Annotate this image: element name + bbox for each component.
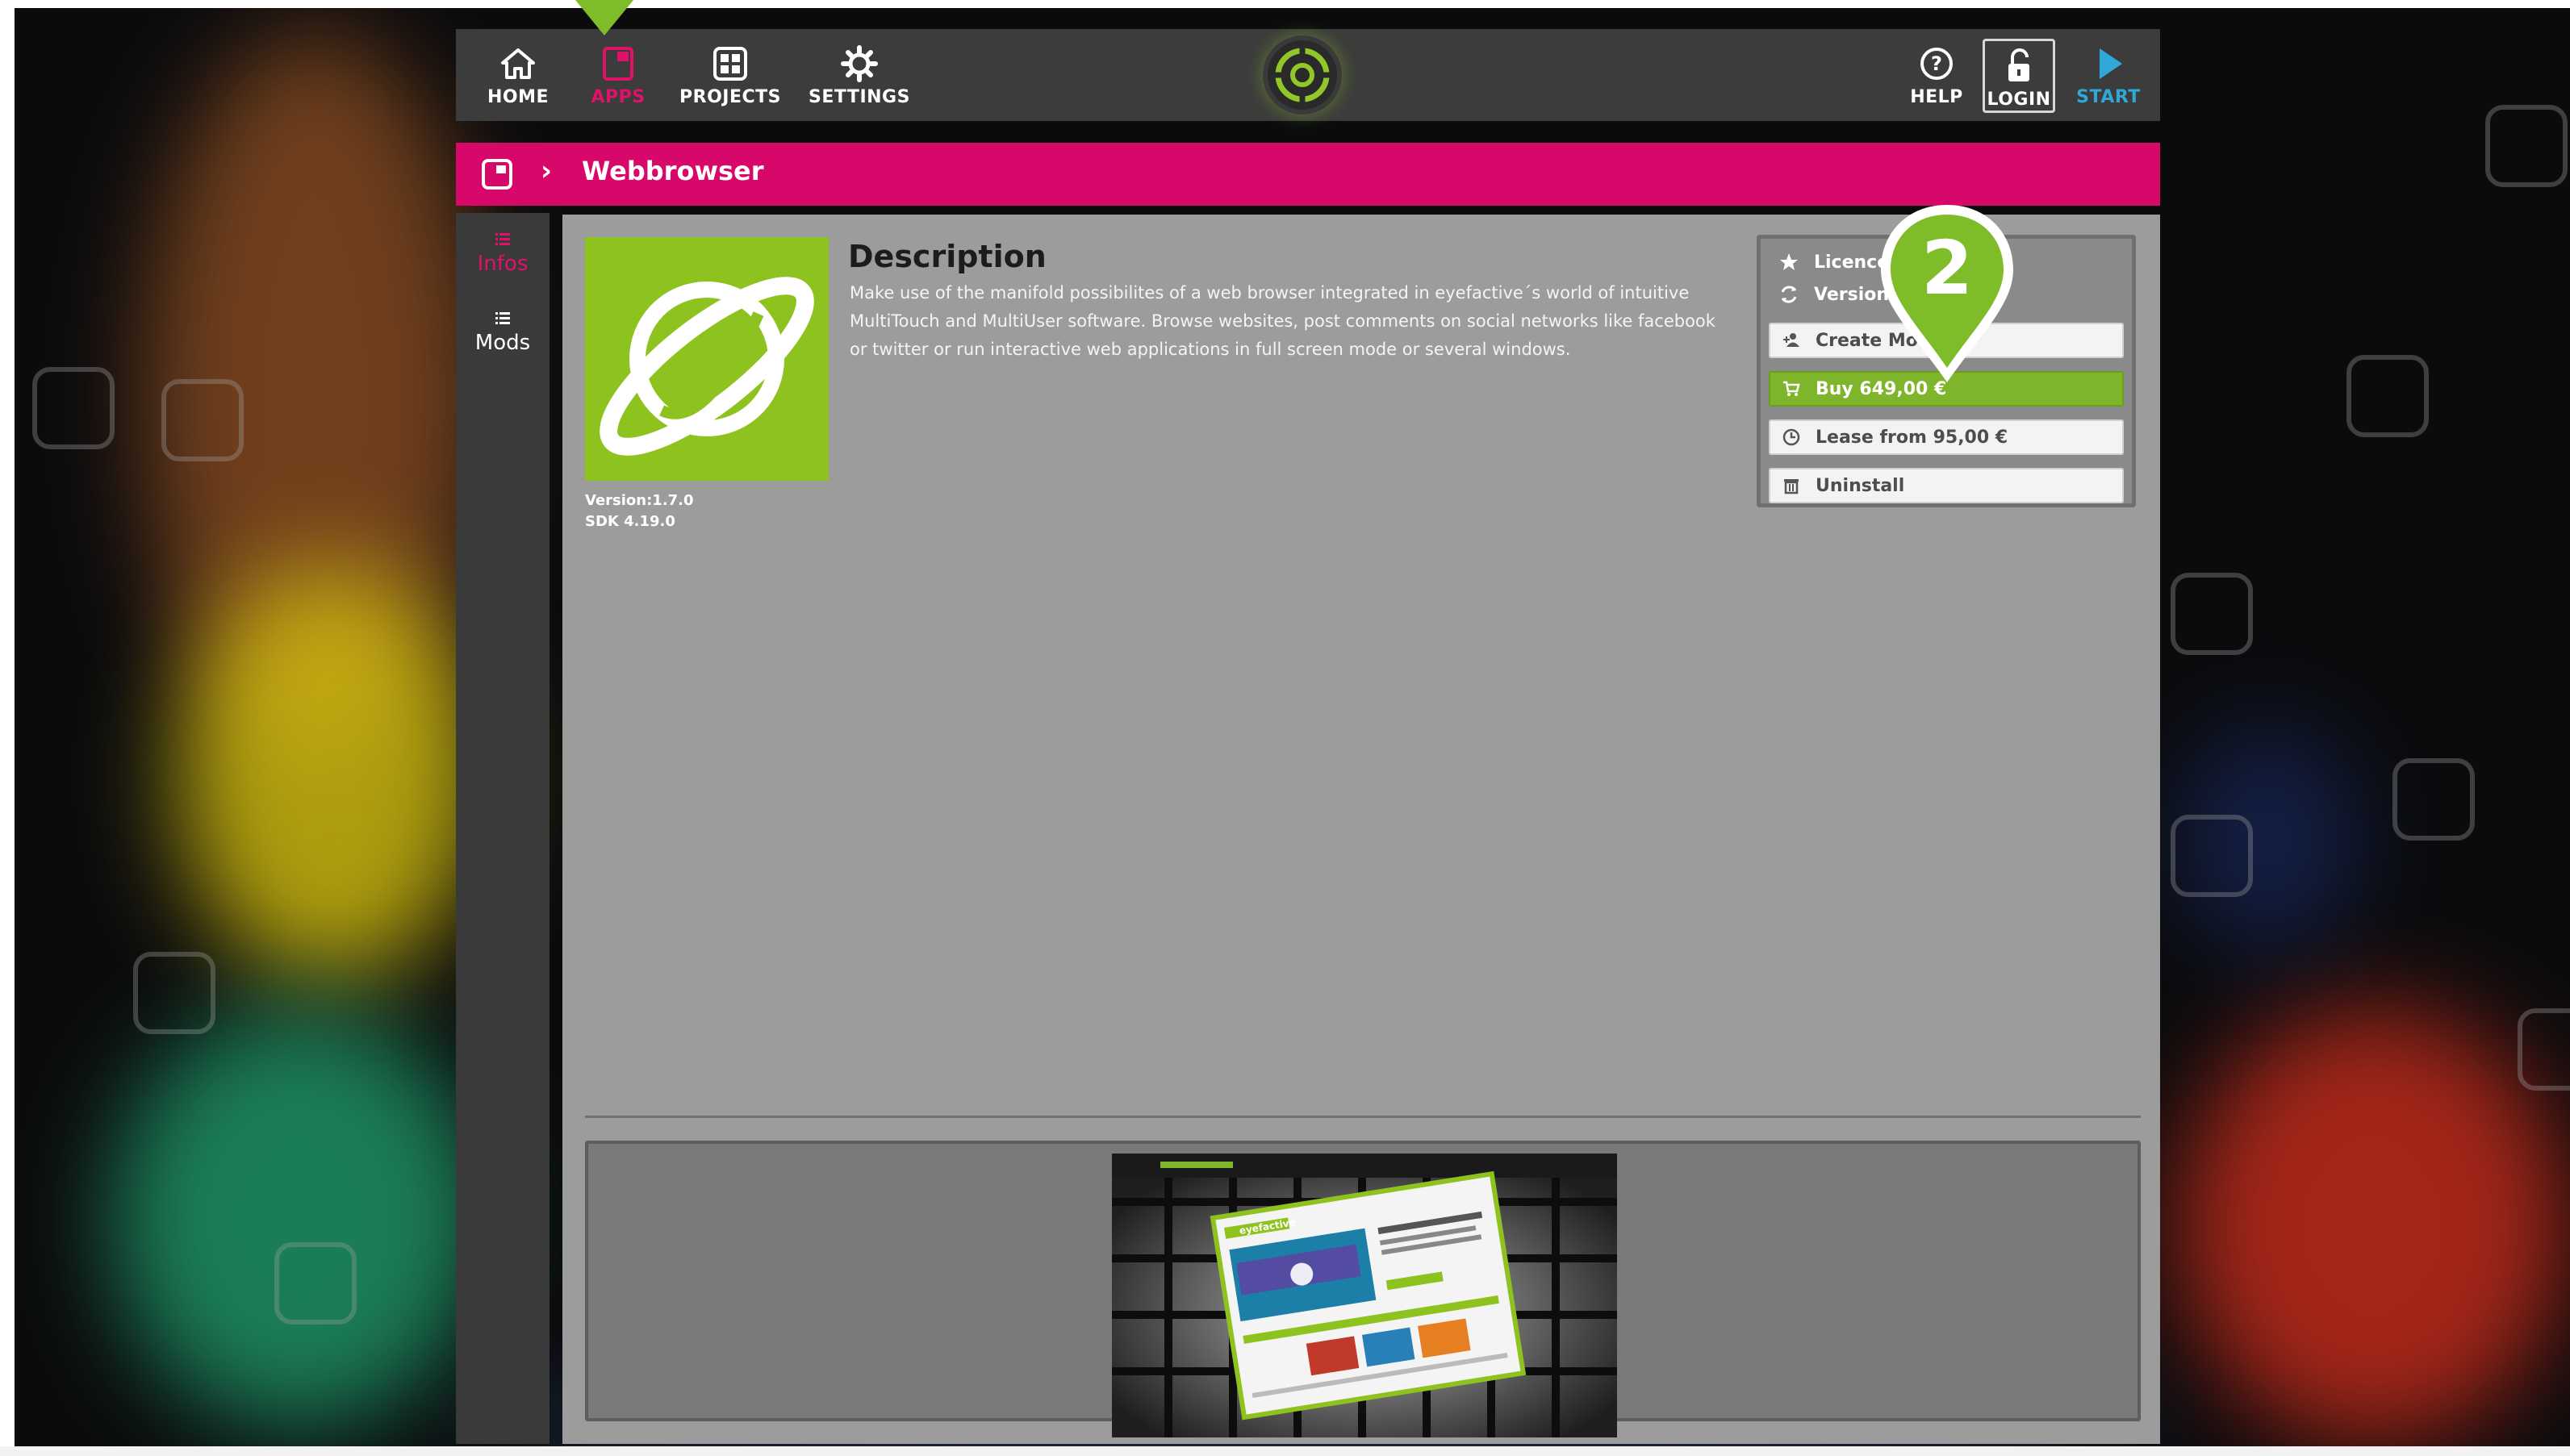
star-icon <box>1780 253 1798 270</box>
annotation-pin-top <box>575 0 633 35</box>
screen-edge <box>0 0 15 1456</box>
paint-splash-red <box>2179 1008 2566 1444</box>
nav-apps[interactable]: APPS <box>574 44 662 116</box>
home-icon <box>501 48 535 79</box>
annotation-pin-2: 2 <box>1874 198 2020 389</box>
eyefactive-logo[interactable] <box>1268 40 1337 110</box>
bg-square <box>2392 758 2475 841</box>
list-icon <box>495 233 510 245</box>
top-navigation-bar: HOME APPS PROJECTS SETTINGS ? HELP LOGIN… <box>456 29 2160 121</box>
bg-square <box>2171 815 2253 897</box>
planet-icon <box>600 277 814 456</box>
sidebar-item-label: Mods <box>474 331 531 355</box>
nav-projects-label: PROJECTS <box>679 87 781 107</box>
nav-projects[interactable]: PROJECTS <box>670 44 791 116</box>
lease-button[interactable]: Lease from 95,00 € <box>1769 419 2124 455</box>
play-icon <box>2100 48 2122 79</box>
screen-edge <box>0 0 2570 8</box>
screenshot-gallery: eyefactive <box>585 1141 2141 1437</box>
nav-start[interactable]: START <box>2068 44 2149 116</box>
nav-home[interactable]: HOME <box>474 44 562 116</box>
webbrowser-app-icon <box>585 237 829 481</box>
bg-square <box>2171 573 2253 655</box>
help-icon: ? <box>1920 48 1953 80</box>
nav-login-label: LOGIN <box>1987 90 2051 110</box>
nav-settings-label: SETTINGS <box>809 87 910 107</box>
breadcrumb: › Webbrowser <box>456 143 2160 206</box>
description-title: Description <box>848 239 1047 274</box>
nav-settings[interactable]: SETTINGS <box>803 44 916 116</box>
breadcrumb-separator: › <box>541 155 553 187</box>
bg-square <box>32 367 115 449</box>
cart-icon <box>1783 381 1800 396</box>
nav-login[interactable]: LOGIN <box>1983 39 2055 113</box>
app-screenshot[interactable]: eyefactive <box>1112 1154 1617 1437</box>
logo-icon <box>1274 47 1331 103</box>
unlock-icon <box>2008 48 2029 81</box>
description-text: Make use of the manifold possibilites of… <box>850 283 1715 359</box>
add-user-icon <box>1783 333 1799 347</box>
bg-square <box>274 1242 357 1325</box>
sidebar-item-mods[interactable]: Mods <box>456 308 550 355</box>
divider <box>585 1116 2141 1118</box>
app-window: HOME APPS PROJECTS SETTINGS ? HELP LOGIN… <box>456 0 2160 1444</box>
bg-square <box>161 379 244 461</box>
screen-edge <box>0 1446 2570 1456</box>
sidebar-item-label: Infos <box>477 252 529 276</box>
nav-help-label: HELP <box>1910 87 1963 107</box>
gear-icon <box>841 45 878 82</box>
sidebar: Infos Mods <box>456 213 550 1444</box>
bg-square <box>2485 105 2568 187</box>
refresh-icon <box>1781 286 1797 303</box>
app-sdk-version: SDK 4.19.0 <box>585 513 675 530</box>
sidebar-item-infos[interactable]: Infos <box>456 229 550 276</box>
trash-icon <box>1784 479 1799 494</box>
nav-home-label: HOME <box>487 87 550 107</box>
app-meta: Version:1.7.0 SDK 4.19.0 <box>585 490 694 532</box>
uninstall-button[interactable]: Uninstall <box>1769 468 2124 503</box>
paint-splash-yellow <box>178 565 484 984</box>
nav-apps-label: APPS <box>591 87 646 107</box>
version-row: Version <box>1778 284 1889 305</box>
lease-label: Lease from 95,00 € <box>1816 427 2008 448</box>
apps-icon[interactable] <box>480 157 514 191</box>
projects-icon <box>713 47 747 81</box>
nav-help[interactable]: ? HELP <box>1900 44 1973 116</box>
bg-square <box>2518 1008 2570 1091</box>
clock-icon <box>1782 428 1800 446</box>
page-title: Webbrowser <box>582 156 764 186</box>
apps-icon <box>603 47 633 81</box>
nav-start-label: START <box>2076 87 2141 107</box>
bg-square <box>133 952 215 1034</box>
app-version: Version:1.7.0 <box>585 492 694 509</box>
uninstall-label: Uninstall <box>1816 475 1905 496</box>
svg-text:?: ? <box>1931 52 1942 75</box>
list-icon <box>495 312 510 324</box>
screenshot-image: eyefactive <box>1112 1154 1617 1437</box>
paint-splash-green <box>113 1008 484 1428</box>
annotation-number: 2 <box>1921 225 1973 311</box>
licence-row: Licence <box>1778 252 1889 273</box>
bg-square <box>2346 355 2429 437</box>
map-pin-icon: 2 <box>1881 205 2013 382</box>
app-detail-content: Version:1.7.0 SDK 4.19.0 Description Mak… <box>562 215 2160 1444</box>
